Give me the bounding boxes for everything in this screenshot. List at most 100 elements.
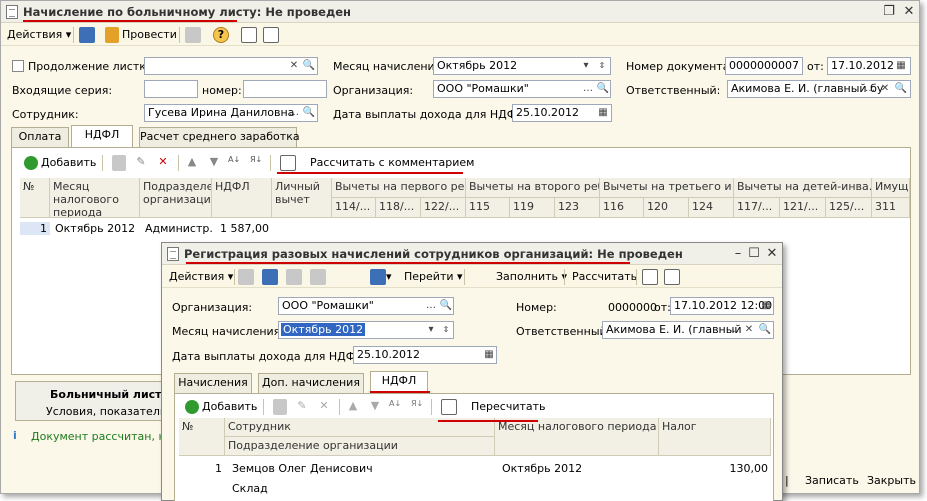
tab-average-salary[interactable]: Расчет среднего заработка (139, 127, 300, 147)
print-icon[interactable] (310, 269, 326, 285)
actions-menu[interactable]: Действия ▾ (169, 269, 233, 285)
code-header[interactable]: 114/... (332, 198, 376, 218)
tab-payment[interactable]: Оплата (11, 127, 69, 147)
col-month[interactable]: Месяц налогового периода (50, 178, 140, 218)
col-deduction-third[interactable]: Вычеты на третьего и ... (600, 178, 734, 198)
code-header[interactable]: 125/... (826, 198, 872, 218)
code-header[interactable]: 121/... (780, 198, 826, 218)
code-header[interactable]: 120 (644, 198, 689, 218)
help-icon[interactable]: ? (213, 27, 229, 43)
col-dept[interactable]: Подразделение организации (225, 437, 495, 456)
goto-menu[interactable]: Перейти ▾ (404, 269, 463, 285)
delete-icon[interactable]: ✕ (156, 155, 170, 171)
calc-button[interactable]: Рассчитать (572, 269, 637, 285)
tab-accruals[interactable]: Начисления (174, 373, 252, 393)
col-property[interactable]: Имущ (872, 178, 910, 198)
search-icon[interactable]: 🔍 (596, 81, 610, 97)
col-num[interactable]: № (179, 418, 225, 456)
col-num[interactable]: № (20, 178, 50, 218)
goto-icon[interactable] (262, 269, 278, 285)
col-dept[interactable]: Подразделение организации (140, 178, 212, 218)
add-icon[interactable] (24, 156, 38, 170)
move-down-icon[interactable]: ▼ (206, 155, 222, 171)
col-deduction-second[interactable]: Вычеты на второго реб... (466, 178, 600, 198)
code-header[interactable]: 119 (510, 198, 555, 218)
search-icon[interactable]: 🔍 (758, 322, 772, 338)
select-icon[interactable]: … (727, 322, 741, 338)
col-tax[interactable]: Налог (659, 418, 771, 456)
maximize-icon[interactable]: ☐ (746, 246, 762, 262)
payout-field[interactable]: 25.10.2012 (353, 346, 497, 364)
col-personal[interactable]: Личный вычет (272, 178, 332, 218)
table-row[interactable]: 1 Октябрь 2012 Администр... 1 587,00 (20, 220, 910, 238)
table-icon[interactable] (642, 269, 658, 285)
sort-desc-icon[interactable]: Я↓ (411, 399, 427, 415)
code-header[interactable]: 115 (466, 198, 510, 218)
post-icon[interactable] (105, 27, 119, 43)
structure-dropdown[interactable]: ▾ (386, 269, 392, 285)
post-button[interactable]: Провести (122, 27, 177, 43)
close-icon[interactable]: ✕ (901, 4, 917, 20)
print-icon[interactable] (185, 27, 201, 43)
search-icon[interactable]: 🔍 (439, 298, 453, 314)
select-icon[interactable]: … (863, 81, 877, 97)
sort-asc-icon[interactable]: A↓ (228, 155, 244, 171)
clear-icon[interactable]: ✕ (742, 322, 756, 338)
save-button[interactable]: Записать (805, 473, 859, 489)
recalc-button[interactable]: Пересчитать (471, 399, 546, 415)
docnum-field[interactable]: 0000000007 (725, 57, 803, 75)
copy-icon[interactable] (273, 399, 287, 415)
search-icon[interactable]: 🔍 (894, 81, 908, 97)
actions-menu[interactable]: Действия ▾ (7, 27, 71, 43)
edit-icon[interactable]: ✎ (134, 155, 148, 171)
code-header[interactable]: 311 (872, 198, 910, 218)
sort-asc-icon[interactable]: A↓ (389, 399, 405, 415)
code-header[interactable]: 123 (555, 198, 600, 218)
table-icon[interactable] (441, 399, 457, 415)
clear-icon[interactable]: ✕ (287, 58, 301, 74)
series-field[interactable] (144, 80, 198, 98)
clear-icon[interactable]: ✕ (878, 81, 892, 97)
calendar-icon[interactable]: ▦ (482, 347, 496, 363)
search-icon[interactable]: 🔍 (302, 105, 316, 121)
restore-icon[interactable]: ❐ (881, 4, 897, 20)
edit-icon[interactable]: ✎ (295, 399, 309, 415)
copy-icon[interactable] (286, 269, 302, 285)
col-deduction-first[interactable]: Вычеты на первого ре... (332, 178, 466, 198)
search-icon[interactable]: 🔍 (302, 58, 316, 74)
list-settings-icon[interactable] (263, 27, 279, 43)
move-down-icon[interactable]: ▼ (367, 399, 383, 415)
number-field[interactable] (243, 80, 327, 98)
move-up-icon[interactable]: ▲ (345, 399, 361, 415)
spinner-icon[interactable]: ⇕ (439, 322, 453, 338)
add-button[interactable]: Добавить (41, 155, 96, 171)
calendar-icon[interactable]: ▦ (894, 58, 908, 74)
add-icon[interactable] (185, 400, 199, 414)
col-ndfl[interactable]: НДФЛ (212, 178, 272, 218)
delete-icon[interactable]: ✕ (317, 399, 331, 415)
move-up-icon[interactable]: ▲ (184, 155, 200, 171)
tab-ndfl[interactable]: НДФЛ (370, 371, 428, 393)
table-row[interactable]: 1 Земцов Олег Денисович Октябрь 2012 130… (179, 458, 771, 501)
select-icon[interactable]: … (581, 81, 595, 97)
dropdown-icon[interactable]: ▾ (579, 58, 593, 74)
new-icon[interactable] (238, 269, 254, 285)
continuation-checkbox[interactable] (12, 60, 24, 72)
table-icon[interactable] (241, 27, 257, 43)
sick-leave-panel[interactable]: Больничный лист Условия, показатели (15, 381, 167, 421)
close-icon[interactable]: ✕ (764, 246, 780, 262)
code-header[interactable]: 118/... (376, 198, 421, 218)
structure-icon[interactable] (370, 269, 386, 285)
calc-with-comment-button[interactable]: Рассчитать с комментарием (310, 155, 474, 171)
fill-menu[interactable]: Заполнить ▾ (496, 269, 567, 285)
calendar-icon[interactable]: ▦ (759, 298, 773, 314)
dropdown-icon[interactable]: ▾ (424, 322, 438, 338)
copy-icon[interactable] (112, 155, 126, 171)
table-icon[interactable] (280, 155, 296, 171)
close-button[interactable]: Закрыть (867, 473, 916, 489)
code-header[interactable]: 122/... (421, 198, 466, 218)
col-month[interactable]: Месяц налогового периода (495, 418, 659, 456)
calendar-icon[interactable]: ▦ (596, 105, 610, 121)
add-button[interactable]: Добавить (202, 399, 257, 415)
code-header[interactable]: 124 (689, 198, 734, 218)
